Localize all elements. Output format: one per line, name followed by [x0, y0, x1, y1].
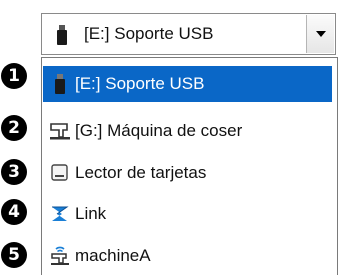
- callout-number-2: 2: [1, 115, 27, 141]
- callout-number-1: 1: [1, 63, 27, 89]
- list-item-label: machineA: [75, 246, 151, 265]
- list-item-sewing-machine[interactable]: [G:] Máquina de coser: [43, 113, 332, 149]
- list-item-usb[interactable]: [E:] Soporte USB: [43, 66, 332, 102]
- list-item-label: Link: [75, 204, 107, 223]
- drive-select[interactable]: [E:] Soporte USB: [41, 13, 336, 55]
- list-item-label: Lector de tarjetas: [75, 163, 207, 182]
- drive-dropdown-list: [E:] Soporte USB [G:] Máquina de coser L…: [41, 57, 338, 275]
- callout-number-5: 5: [1, 242, 27, 268]
- chevron-down-icon: [315, 31, 326, 37]
- usb-drive-icon: [49, 74, 71, 94]
- network-machine-icon: [49, 246, 71, 266]
- list-item-link[interactable]: Link: [43, 196, 332, 232]
- callout-number-4: 4: [1, 199, 27, 225]
- usb-drive-icon: [56, 25, 68, 50]
- callout-number-3: 3: [1, 159, 27, 185]
- dropdown-arrow-button[interactable]: [306, 15, 334, 53]
- list-item-card-reader[interactable]: Lector de tarjetas: [43, 155, 332, 191]
- list-item-label: [E:] Soporte USB: [75, 74, 205, 93]
- drive-select-value: [E:] Soporte USB: [84, 24, 214, 43]
- link-icon: [49, 204, 71, 224]
- list-item-machinea[interactable]: machineA: [43, 238, 332, 274]
- list-item-label: [G:] Máquina de coser: [75, 121, 243, 140]
- card-reader-icon: [49, 163, 71, 183]
- sewing-machine-drive-icon: [49, 121, 71, 141]
